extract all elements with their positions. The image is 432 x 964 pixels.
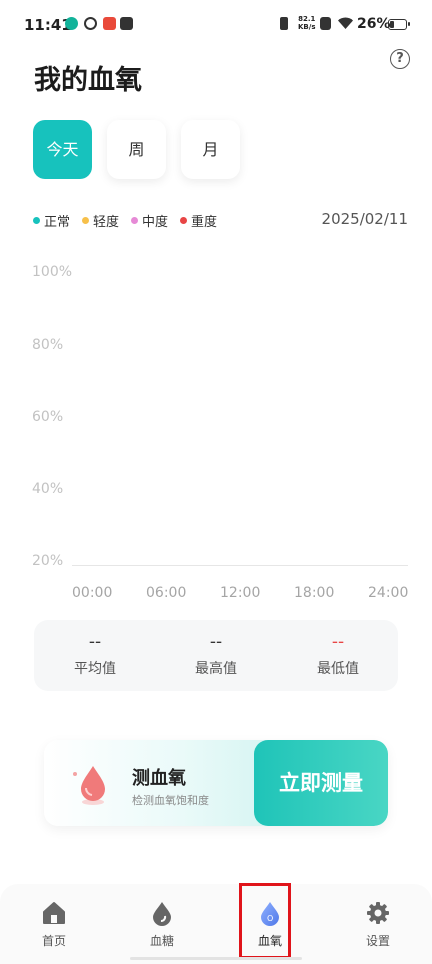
help-button[interactable]: ? [390,49,410,69]
stat-max-value: -- [209,632,223,652]
x-tick-0600: 06:00 [146,585,187,601]
chart-date[interactable]: 2025/02/11 [322,210,408,228]
shield-notification-icon [65,17,78,30]
measure-card[interactable]: 测血氧 检测血氧饱和度 立即测量 [44,740,388,826]
selection-highlight-box [239,883,291,959]
status-bar: 11:41 82.1 KB/s 26% [0,0,432,50]
net-speed-value: 82.1 [298,15,316,23]
wifi-icon [338,17,353,29]
nav-settings[interactable]: 设置 [348,900,408,949]
y-tick-80: 80% [32,337,64,353]
vibrate-icon [280,17,288,30]
legend-normal: 正常 [33,211,70,230]
tab-today[interactable]: 今天 [33,120,92,179]
legend-dot-normal [33,217,40,224]
home-indicator[interactable] [130,957,302,960]
legend-dot-mild [82,217,90,224]
legend-mild: 轻度 [82,211,119,230]
measure-title: 测血氧 [132,768,186,789]
nav-home[interactable]: 首页 [24,900,84,949]
y-tick-60: 60% [32,409,64,425]
link-notification-icon [84,17,97,30]
x-tick-1800: 18:00 [294,585,335,601]
stat-min-label: 最低值 [317,661,359,677]
measure-now-button[interactable]: 立即测量 [254,740,388,826]
x-tick-1200: 12:00 [220,585,261,601]
stat-max-label: 最高值 [195,661,237,677]
stats-panel: -- 平均值 -- 最高值 -- 最低值 [34,620,398,691]
stat-average-label: 平均值 [74,661,116,677]
stat-average: -- 平均值 [40,632,150,678]
stat-min-value: -- [331,632,345,652]
tab-month[interactable]: 月 [181,120,240,179]
legend-dot-moderate [131,217,139,224]
nav-blood-sugar[interactable]: 血糖 [132,900,192,949]
blood-drop-icon [73,766,105,805]
app-notification-icon [103,17,116,30]
home-icon [43,902,65,924]
gear-icon [367,902,389,924]
net-speed: 82.1 KB/s [298,15,315,31]
x-tick-0000: 00:00 [72,585,113,601]
legend-severe: 重度 [180,211,217,230]
message-notification-icon [120,17,133,30]
page-title: 我的血氧 [34,65,142,96]
stat-min: -- 最低值 [283,632,393,678]
legend-moderate: 中度 [131,211,168,230]
net-speed-unit: KB/s [298,23,316,31]
nav-settings-label: 设置 [365,934,390,948]
tab-week[interactable]: 周 [107,120,166,179]
stat-max: -- 最高值 [161,632,271,678]
battery-percent: 26% [357,16,391,32]
blood-sugar-icon [153,902,171,926]
legend-dot-severe [180,217,188,224]
stat-average-value: -- [88,632,102,652]
y-tick-40: 40% [32,481,64,497]
x-tick-2400: 24:00 [368,585,409,601]
y-tick-20: 20% [32,553,64,569]
battery-icon [388,19,410,30]
no-sim-icon [320,17,331,30]
bottom-nav: 首页 血糖 O 血氧 设置 [0,884,432,964]
x-axis-line [72,565,408,566]
nav-blood-sugar-label: 血糖 [149,934,174,948]
y-tick-100: 100% [32,264,73,280]
measure-subtitle: 检测血氧饱和度 [132,794,209,807]
nav-home-label: 首页 [41,934,66,948]
chart-legend: 正常 轻度 中度 重度 [33,211,217,230]
